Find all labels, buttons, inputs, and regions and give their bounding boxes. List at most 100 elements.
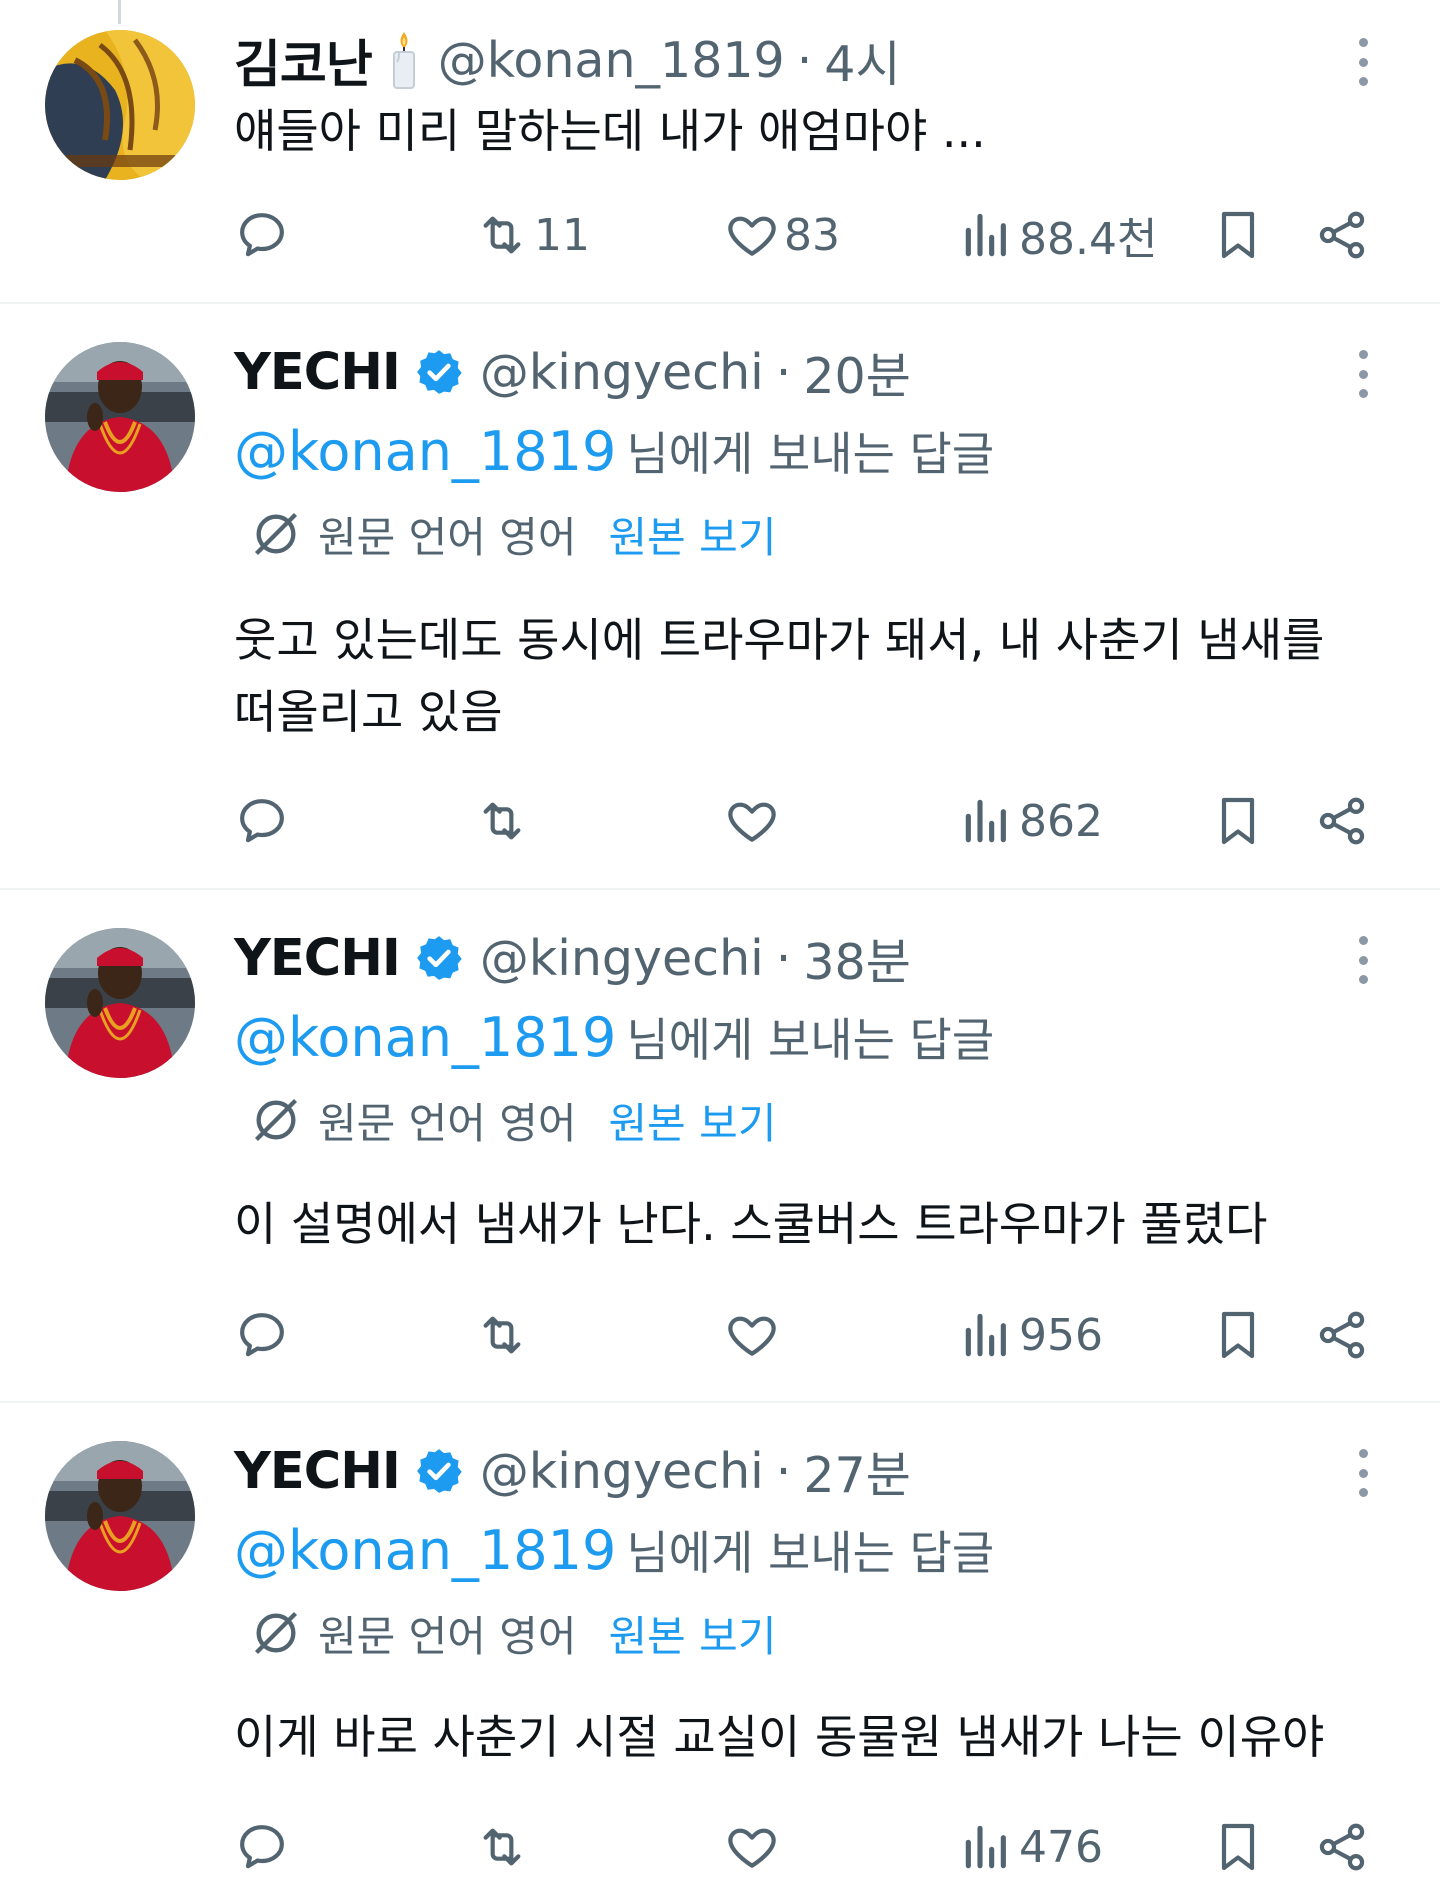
reply-icon xyxy=(234,1819,290,1875)
heart-icon xyxy=(724,207,780,263)
views-button[interactable]: 862 xyxy=(959,789,1103,853)
bookmark-button[interactable] xyxy=(1210,203,1266,267)
tweet[interactable]: YECHI @kingyechi · 38분 @konan_1819 님에게 보… xyxy=(0,888,1440,1401)
reply-button[interactable] xyxy=(234,203,290,267)
handle[interactable]: @kingyechi xyxy=(480,344,764,401)
like-button[interactable] xyxy=(724,1815,784,1879)
bookmark-button[interactable] xyxy=(1210,1303,1266,1367)
timestamp[interactable]: 38분 xyxy=(803,923,910,994)
reply-to-suffix: 님에게 보내는 답글 xyxy=(626,1526,995,1580)
share-button[interactable] xyxy=(1314,789,1370,853)
action-bar: 956 xyxy=(234,1303,1384,1367)
reply-button[interactable] xyxy=(234,789,290,853)
reply-to-suffix: 님에게 보내는 답글 xyxy=(626,427,995,481)
views-icon xyxy=(959,793,1015,849)
timestamp[interactable]: 27분 xyxy=(803,1436,910,1507)
heart-icon xyxy=(724,1307,780,1363)
tweet[interactable]: 김코난 @konan_1819 · 4시 얘들아 미리 말하는데 내가 애엄마야… xyxy=(0,0,1440,302)
views-count: 862 xyxy=(1019,795,1103,847)
like-button[interactable] xyxy=(724,789,784,853)
action-bar: 862 xyxy=(234,789,1384,853)
dot xyxy=(1358,77,1368,86)
show-original-link[interactable]: 원본 보기 xyxy=(609,1090,777,1151)
reply-to-handle[interactable]: @konan_1819 xyxy=(234,1519,616,1582)
verified-icon xyxy=(414,347,464,397)
reply-button[interactable] xyxy=(234,1303,290,1367)
reply-to-handle[interactable]: @konan_1819 xyxy=(234,420,616,483)
like-button[interactable] xyxy=(724,1303,784,1367)
tweet-header: YECHI @kingyechi · 38분 xyxy=(234,923,911,993)
translate-icon xyxy=(250,1607,302,1659)
reply-icon xyxy=(234,1307,290,1363)
dot xyxy=(1358,975,1368,984)
show-original-link[interactable]: 원본 보기 xyxy=(609,504,777,565)
views-button[interactable]: 476 xyxy=(959,1815,1103,1879)
action-bar: 476 xyxy=(234,1815,1384,1879)
separator: · xyxy=(796,31,813,89)
retweet-button[interactable] xyxy=(474,789,534,853)
display-name[interactable]: YECHI xyxy=(234,343,401,402)
separator: · xyxy=(775,929,792,987)
display-name[interactable]: YECHI xyxy=(234,1442,401,1501)
more-options-button[interactable] xyxy=(1348,32,1378,92)
handle[interactable]: @konan_1819 xyxy=(438,32,785,89)
tweet-text: 이 설명에서 냄새가 난다. 스쿨버스 트라우마가 풀렸다 xyxy=(234,1197,1268,1251)
share-button[interactable] xyxy=(1314,203,1370,267)
action-bar: 11 83 88.4천 xyxy=(234,203,1384,267)
reply-context: @konan_1819 님에게 보내는 답글 xyxy=(234,1515,994,1585)
tweet[interactable]: YECHI @kingyechi · 20분 @konan_1819 님에게 보… xyxy=(0,302,1440,888)
views-icon xyxy=(959,1307,1015,1363)
share-icon xyxy=(1314,1819,1370,1875)
translate-icon xyxy=(250,1094,302,1146)
heart-icon xyxy=(724,793,780,849)
candle-icon xyxy=(386,30,422,90)
views-count: 476 xyxy=(1019,1821,1103,1873)
retweet-button[interactable]: 11 xyxy=(474,203,590,267)
avatar[interactable] xyxy=(45,30,195,180)
share-icon xyxy=(1314,207,1370,263)
reply-button[interactable] xyxy=(234,1815,290,1879)
show-original-link[interactable]: 원본 보기 xyxy=(609,1603,777,1664)
views-button[interactable]: 88.4천 xyxy=(959,203,1157,267)
avatar[interactable] xyxy=(45,928,195,1078)
timestamp[interactable]: 4시 xyxy=(824,25,900,96)
tweet[interactable]: YECHI @kingyechi · 27분 @konan_1819 님에게 보… xyxy=(0,1401,1440,1899)
display-name[interactable]: YECHI xyxy=(234,929,401,988)
retweet-button[interactable] xyxy=(474,1303,534,1367)
bookmark-button[interactable] xyxy=(1210,789,1266,853)
handle[interactable]: @kingyechi xyxy=(480,930,764,987)
more-options-button[interactable] xyxy=(1348,1443,1378,1503)
bookmark-icon xyxy=(1210,207,1266,263)
bookmark-icon xyxy=(1210,1819,1266,1875)
translate-label: 원문 언어 영어 xyxy=(318,512,577,562)
views-icon xyxy=(959,207,1015,263)
dot xyxy=(1358,369,1368,379)
translate-icon xyxy=(250,508,302,560)
tweet-header: 김코난 @konan_1819 · 4시 xyxy=(234,23,901,97)
views-button[interactable]: 956 xyxy=(959,1303,1103,1367)
more-options-button[interactable] xyxy=(1348,344,1378,404)
separator: · xyxy=(775,1442,792,1500)
translate-label: 원문 언어 영어 xyxy=(318,1611,577,1661)
dot xyxy=(1358,1449,1368,1458)
retweet-icon xyxy=(474,1819,530,1875)
views-count: 88.4천 xyxy=(1019,214,1158,265)
bookmark-button[interactable] xyxy=(1210,1815,1266,1879)
reply-to-handle[interactable]: @konan_1819 xyxy=(234,1006,616,1069)
reply-icon xyxy=(234,793,290,849)
share-button[interactable] xyxy=(1314,1303,1370,1367)
handle[interactable]: @kingyechi xyxy=(480,1443,764,1500)
display-name[interactable]: 김코난 xyxy=(234,23,373,97)
like-button[interactable]: 83 xyxy=(724,203,840,267)
timestamp[interactable]: 20분 xyxy=(803,337,910,408)
retweet-icon xyxy=(474,207,530,263)
retweet-button[interactable] xyxy=(474,1815,534,1879)
more-options-button[interactable] xyxy=(1348,930,1378,990)
share-button[interactable] xyxy=(1314,1815,1370,1879)
tweet-header: YECHI @kingyechi · 27분 xyxy=(234,1436,911,1506)
avatar[interactable] xyxy=(45,1441,195,1591)
dot xyxy=(1358,38,1368,47)
heart-icon xyxy=(724,1819,780,1875)
avatar[interactable] xyxy=(45,342,195,492)
retweet-count: 11 xyxy=(534,209,590,261)
